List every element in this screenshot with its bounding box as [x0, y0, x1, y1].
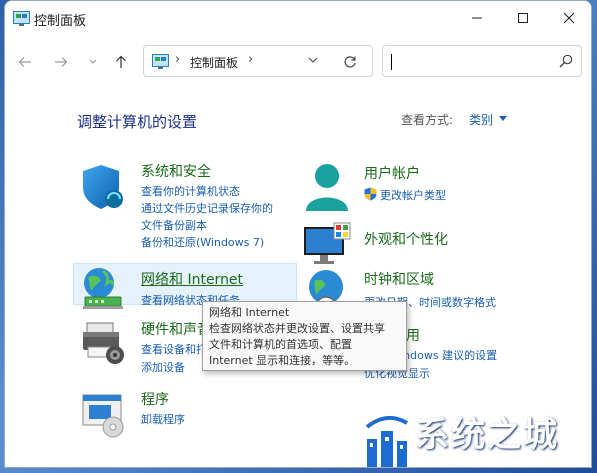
window-title: 控制面板 [34, 14, 87, 29]
watermark: 系统之城 xitong86.com [357, 405, 591, 467]
tooltip-line: 文件和计算机的首选项、配置 [209, 338, 352, 351]
breadcrumb-separator-icon[interactable]: › [248, 52, 253, 67]
back-button[interactable] [13, 51, 37, 73]
chevron-down-icon[interactable] [308, 56, 318, 64]
category-title[interactable]: 外观和个性化 [364, 229, 448, 249]
watermark-logo-icon [365, 415, 409, 467]
breadcrumb-separator-icon[interactable]: › [175, 52, 180, 67]
recent-locations-button[interactable] [81, 51, 105, 73]
view-by-label: 查看方式: [401, 113, 454, 127]
category-title[interactable]: 用户帐户 [364, 163, 420, 183]
dropdown-arrow-icon[interactable] [499, 116, 507, 121]
tooltip-line: 检查网络状态并更改设置、设置共享 [209, 322, 385, 335]
shield-icon[interactable] [79, 161, 129, 211]
link-backup-restore[interactable]: 备份和还原(Windows 7) [141, 234, 264, 250]
category-title[interactable]: 网络和 Internet [141, 269, 243, 289]
uac-shield-icon [364, 187, 377, 201]
tooltip-title: 网络和 Internet [209, 306, 290, 319]
chevron-down-icon [89, 59, 97, 64]
forward-button[interactable] [49, 51, 73, 73]
maximize-button[interactable] [500, 1, 546, 35]
link-add-device[interactable]: 添加设备 [141, 359, 185, 375]
refresh-button[interactable] [339, 52, 361, 72]
view-by-dropdown[interactable]: 类别 [469, 111, 493, 128]
link-change-account-type[interactable]: 更改帐户类型 [380, 187, 446, 203]
link-uninstall-program[interactable]: 卸载程序 [141, 411, 185, 427]
user-icon[interactable] [302, 161, 352, 211]
close-button[interactable] [546, 1, 591, 35]
close-icon [563, 12, 575, 24]
control-panel-icon [13, 11, 30, 26]
navigation-bar: › 控制面板 › [5, 37, 591, 87]
breadcrumb-control-panel[interactable]: 控制面板 [190, 54, 238, 71]
up-button[interactable] [109, 51, 133, 73]
arrow-left-icon [18, 57, 31, 67]
arrow-up-icon [116, 55, 126, 68]
link-view-computer-status[interactable]: 查看你的计算机状态 [141, 183, 240, 199]
link-file-history-cont[interactable]: 文件备份副本 [141, 217, 207, 233]
refresh-icon [344, 56, 356, 68]
minimize-icon [472, 17, 482, 19]
search-input[interactable] [382, 45, 582, 77]
monitor-personalize-icon[interactable] [302, 221, 352, 271]
category-title[interactable]: 硬件和声音 [141, 319, 211, 339]
category-title[interactable]: 程序 [141, 389, 169, 409]
tooltip: 网络和 Internet 检查网络状态并更改设置、设置共享 文件和计算机的首选项… [202, 301, 407, 371]
page-title: 调整计算机的设置 [77, 113, 198, 131]
title-bar[interactable]: 控制面板 [5, 1, 591, 37]
watermark-url: xitong86.com [441, 449, 560, 463]
arrow-right-icon [55, 57, 68, 67]
control-panel-window: 控制面板 › 控制面板 › 调整计算机的设置 查看方式: 类别 系统和安全 查看… [4, 0, 592, 468]
category-title[interactable]: 系统和安全 [141, 161, 211, 181]
maximize-icon [518, 13, 528, 23]
search-icon[interactable] [559, 54, 573, 68]
address-bar[interactable]: › 控制面板 › [143, 45, 373, 77]
control-panel-icon [152, 54, 169, 69]
tooltip-line: Internet 显示和连接，等等。 [209, 354, 356, 367]
minimize-button[interactable] [454, 1, 500, 35]
text-cursor [391, 54, 392, 70]
category-title[interactable]: 时钟和区域 [364, 269, 434, 289]
link-file-history[interactable]: 通过文件历史记录保存你的 [141, 200, 273, 216]
printer-icon[interactable] [79, 317, 129, 367]
programs-icon[interactable] [79, 389, 129, 439]
network-globe-icon[interactable] [79, 265, 129, 315]
